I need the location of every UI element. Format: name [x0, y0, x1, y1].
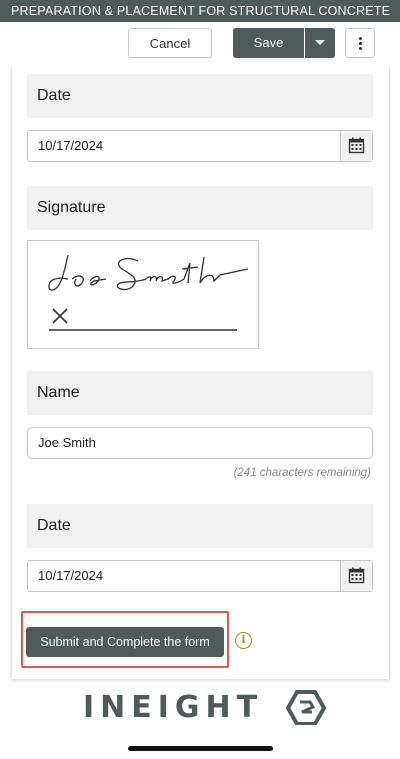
cancel-button[interactable]: Cancel [128, 28, 212, 58]
calendar-icon [348, 137, 365, 154]
date-value: 10/17/2024 [38, 138, 104, 153]
name-section-header: Name [27, 371, 373, 415]
toolbar: Cancel Save [0, 22, 400, 67]
save-options-dropdown[interactable] [305, 28, 335, 58]
date-section-header-2: Date [27, 504, 373, 548]
more-vertical-icon [359, 37, 362, 40]
signature-pad[interactable] [27, 240, 259, 349]
name-input[interactable]: Joe Smith [27, 427, 373, 459]
save-button[interactable]: Save [233, 28, 304, 58]
calendar-button[interactable] [340, 131, 372, 161]
signature-section-header: Signature [27, 186, 373, 230]
bottom-bar [0, 725, 400, 759]
signature-drawing [48, 254, 249, 331]
date-field-2[interactable]: 10/17/2024 [27, 560, 373, 592]
form-title: PREPARATION & PLACEMENT FOR STRUCTURAL C… [11, 4, 391, 18]
date-field[interactable]: 10/17/2024 [27, 130, 373, 162]
ineight-logo-mark [286, 690, 326, 726]
more-options-button[interactable] [345, 28, 375, 58]
calendar-button-2[interactable] [340, 561, 372, 591]
home-indicator[interactable] [128, 746, 273, 751]
submit-complete-button[interactable]: Submit and Complete the form [26, 627, 224, 657]
info-icon[interactable]: i [235, 632, 252, 649]
characters-remaining: (241 characters remaining) [233, 467, 371, 479]
date-section-header: Date [27, 74, 373, 118]
date-value-2: 10/17/2024 [38, 568, 104, 583]
calendar-icon [348, 567, 365, 584]
form-title-bar: PREPARATION & PLACEMENT FOR STRUCTURAL C… [0, 0, 400, 22]
